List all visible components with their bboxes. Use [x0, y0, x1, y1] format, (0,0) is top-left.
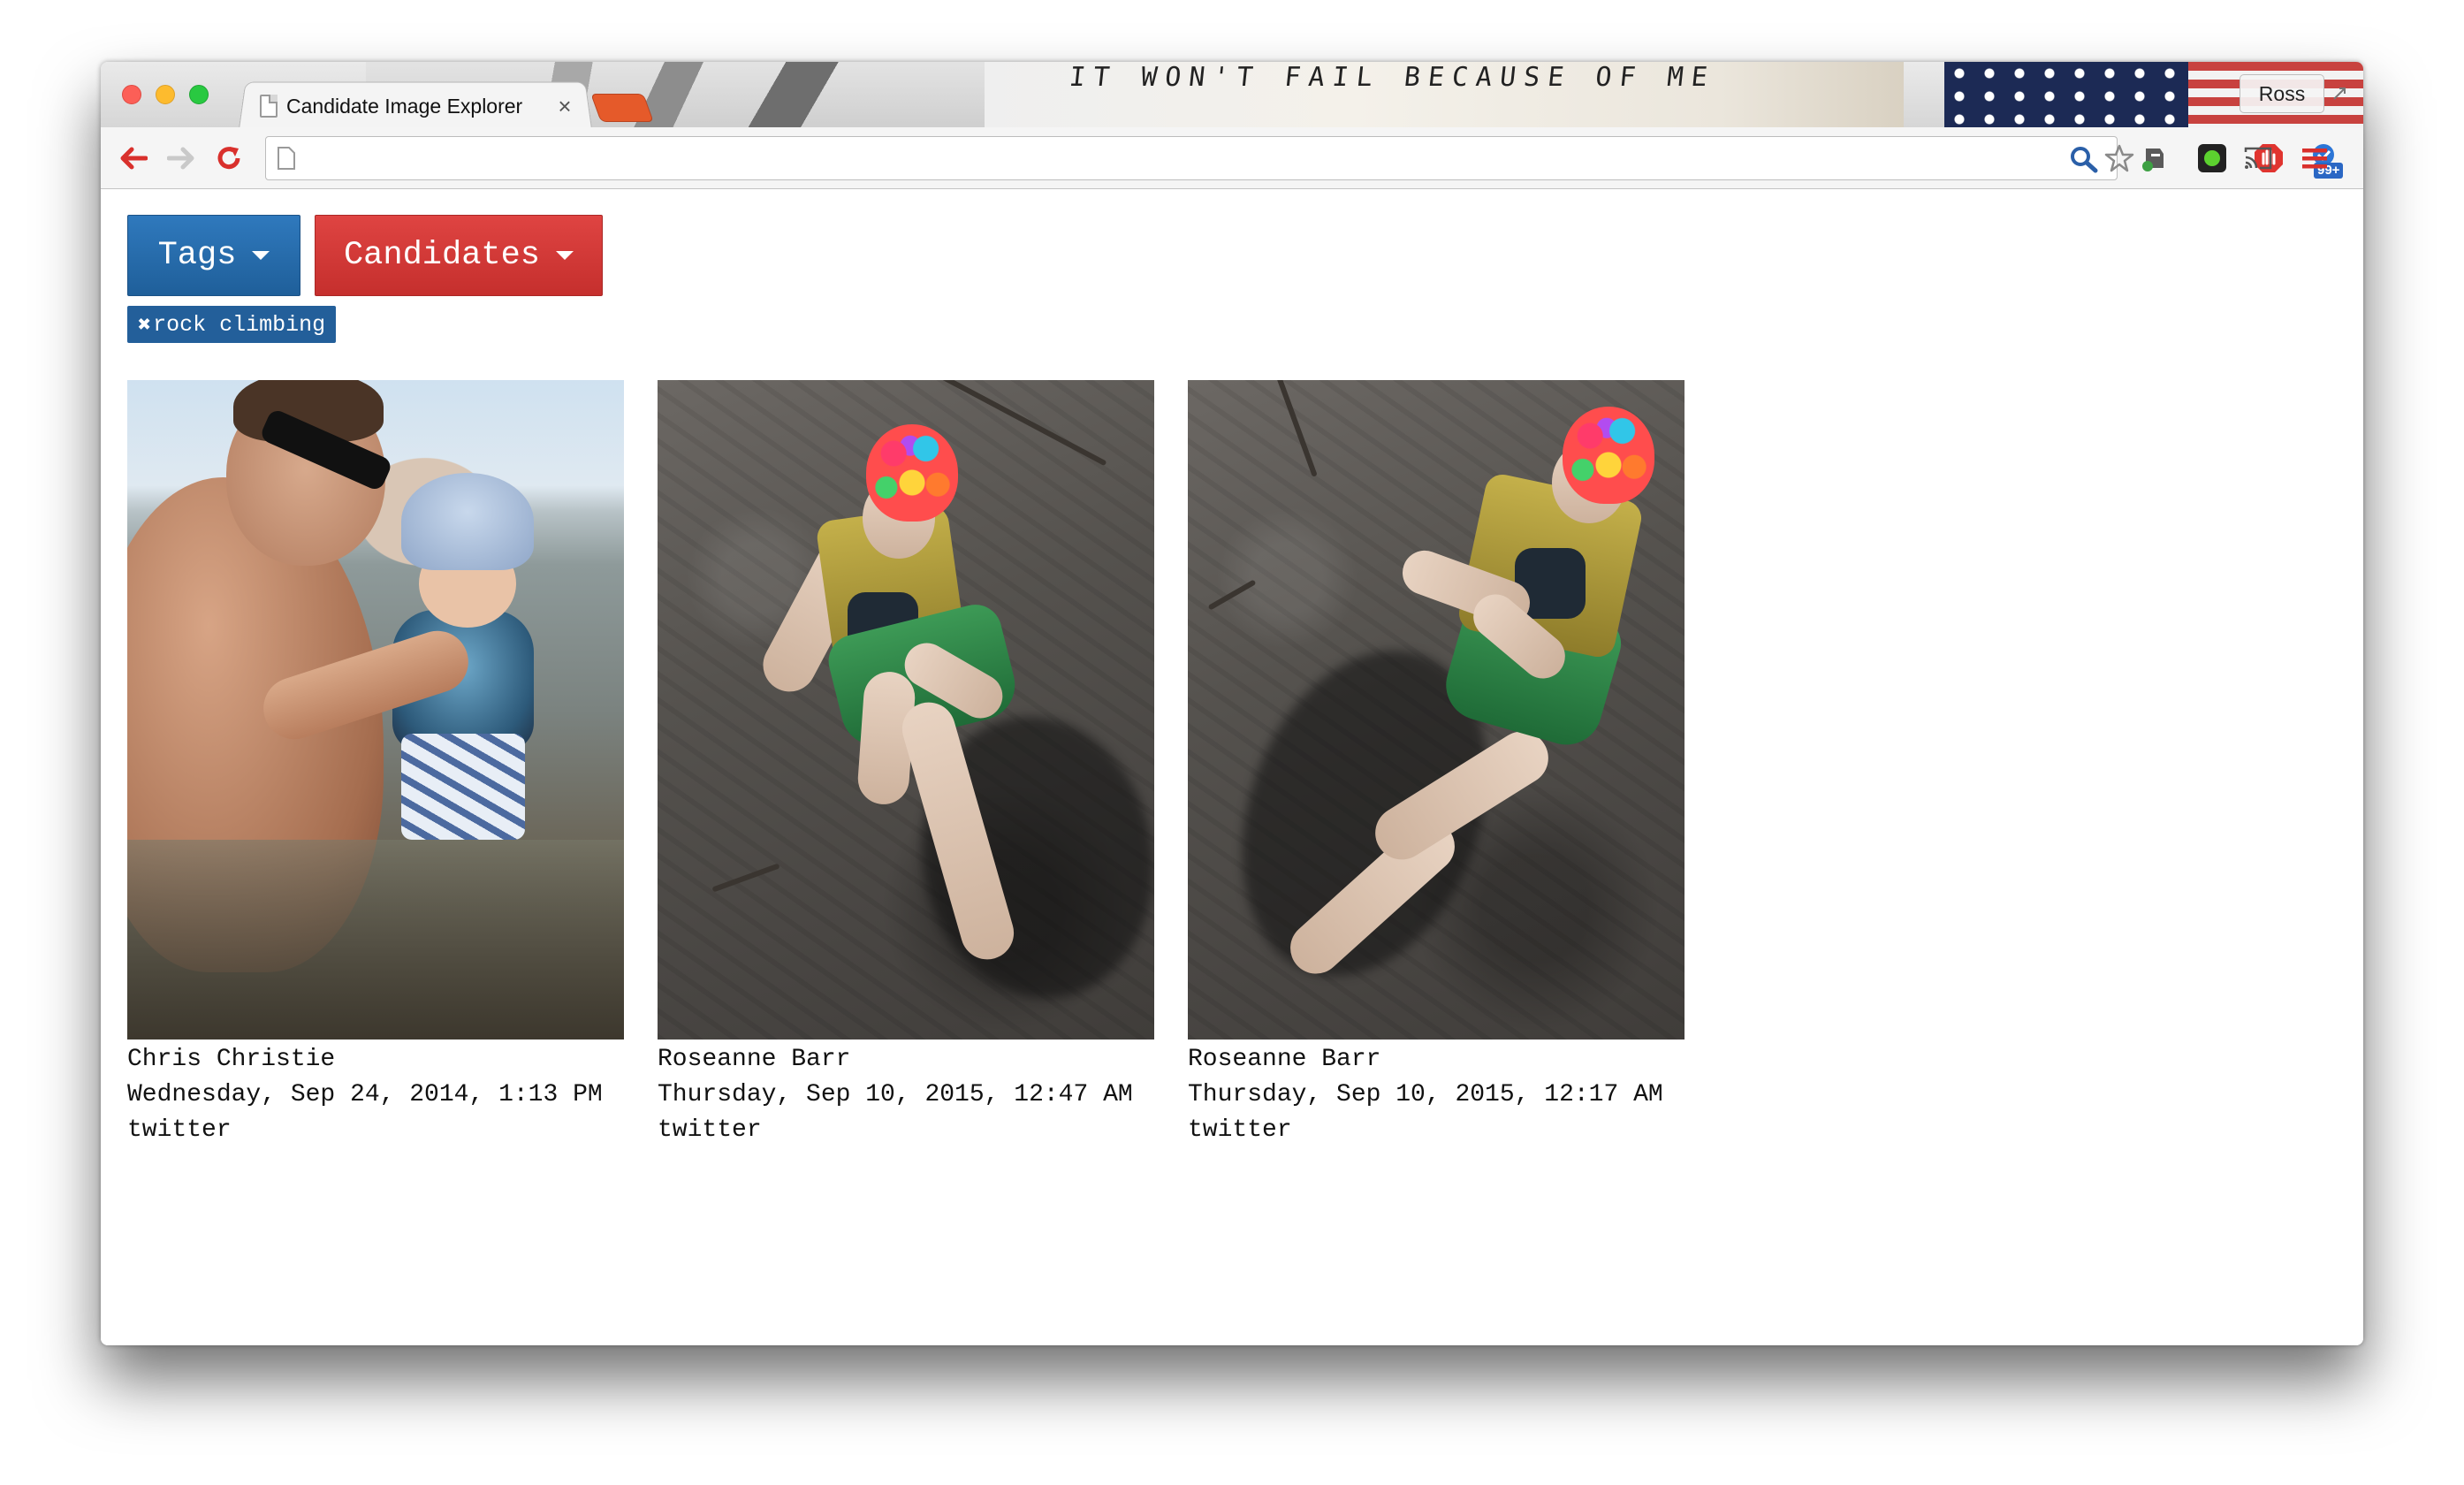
page-icon [277, 146, 296, 175]
theme-text: IT WON'T FAIL BECAUSE OF ME [1068, 62, 1717, 93]
image-source: twitter [658, 1116, 762, 1144]
page-icon [260, 95, 278, 118]
photo-detail [866, 424, 958, 522]
candidate-photo[interactable] [658, 380, 1154, 1040]
window-minimize-button[interactable] [156, 85, 175, 104]
image-date: Wednesday, Sep 24, 2014, 1:13 PM [127, 1081, 603, 1108]
card-meta: Roseanne Barr Thursday, Sep 10, 2015, 12… [658, 1042, 1154, 1148]
window-zoom-button[interactable] [189, 85, 209, 104]
star-icon[interactable] [2104, 143, 2134, 178]
green-dot-icon[interactable] [2192, 138, 2232, 179]
new-tab-button[interactable] [590, 94, 654, 122]
browser-window: IT WON'T FAIL BECAUSE OF ME Candidate Im… [101, 62, 2363, 1345]
photo-detail [1563, 407, 1654, 504]
image-card[interactable]: Roseanne Barr Thursday, Sep 10, 2015, 12… [658, 380, 1154, 1148]
fullscreen-icon[interactable] [2323, 76, 2356, 111]
cast-icon[interactable] [2238, 138, 2278, 179]
reload-icon[interactable] [209, 138, 249, 179]
image-date: Thursday, Sep 10, 2015, 12:47 AM [658, 1081, 1133, 1108]
photo-detail [127, 840, 624, 1040]
candidates-dropdown-button[interactable]: Candidates [315, 215, 603, 296]
image-card[interactable]: Chris Christie Wednesday, Sep 24, 2014, … [127, 380, 624, 1148]
caret-down-icon [556, 251, 574, 260]
image-source: twitter [127, 1116, 232, 1144]
photo-detail [401, 473, 534, 570]
active-tag-label: rock climbing [153, 311, 326, 338]
candidate-name: Chris Christie [127, 1046, 336, 1073]
hamburger-menu-icon[interactable] [2294, 138, 2335, 179]
image-date: Thursday, Sep 10, 2015, 12:17 AM [1188, 1081, 1663, 1108]
photo-detail [711, 863, 780, 893]
photo-detail [401, 734, 525, 840]
card-meta: Roseanne Barr Thursday, Sep 10, 2015, 12… [1188, 1042, 1684, 1148]
photo-detail [1270, 380, 1318, 477]
image-card[interactable]: Roseanne Barr Thursday, Sep 10, 2015, 12… [1188, 380, 1684, 1148]
tags-dropdown-label: Tags [157, 237, 237, 274]
tags-dropdown-button[interactable]: Tags [127, 215, 300, 296]
tab-strip: IT WON'T FAIL BECAUSE OF ME Candidate Im… [101, 62, 2363, 127]
active-tag-chip[interactable]: ✖ rock climbing [127, 306, 336, 343]
remove-tag-icon[interactable]: ✖ [138, 311, 151, 339]
arrow-left-icon[interactable] [113, 138, 154, 179]
page-content: Tags Candidates ✖ rock climbing Chris Ch… [101, 190, 2363, 1345]
evernote-icon[interactable] [2133, 138, 2174, 179]
candidates-dropdown-label: Candidates [343, 237, 541, 274]
browser-toolbar: 99+ [101, 127, 2363, 189]
theme-flag-stars [1944, 62, 2188, 127]
candidate-photo[interactable] [1188, 380, 1684, 1040]
tab-candidate-image-explorer[interactable]: Candidate Image Explorer × [260, 88, 578, 124]
candidate-name: Roseanne Barr [658, 1046, 851, 1073]
photo-detail [932, 380, 1107, 467]
image-source: twitter [1188, 1116, 1292, 1144]
arrow-right-icon[interactable] [161, 138, 202, 179]
candidate-photo[interactable] [127, 380, 624, 1040]
address-bar[interactable] [265, 136, 2134, 180]
tab-close-icon[interactable]: × [551, 93, 578, 120]
photo-detail [1207, 579, 1257, 611]
tab-title: Candidate Image Explorer [286, 94, 523, 118]
profile-button[interactable]: Ross [2240, 74, 2324, 113]
caret-down-icon [252, 251, 270, 260]
search-icon[interactable] [2069, 145, 2099, 178]
card-meta: Chris Christie Wednesday, Sep 24, 2014, … [127, 1042, 624, 1148]
candidate-name: Roseanne Barr [1188, 1046, 1381, 1073]
window-close-button[interactable] [122, 85, 141, 104]
